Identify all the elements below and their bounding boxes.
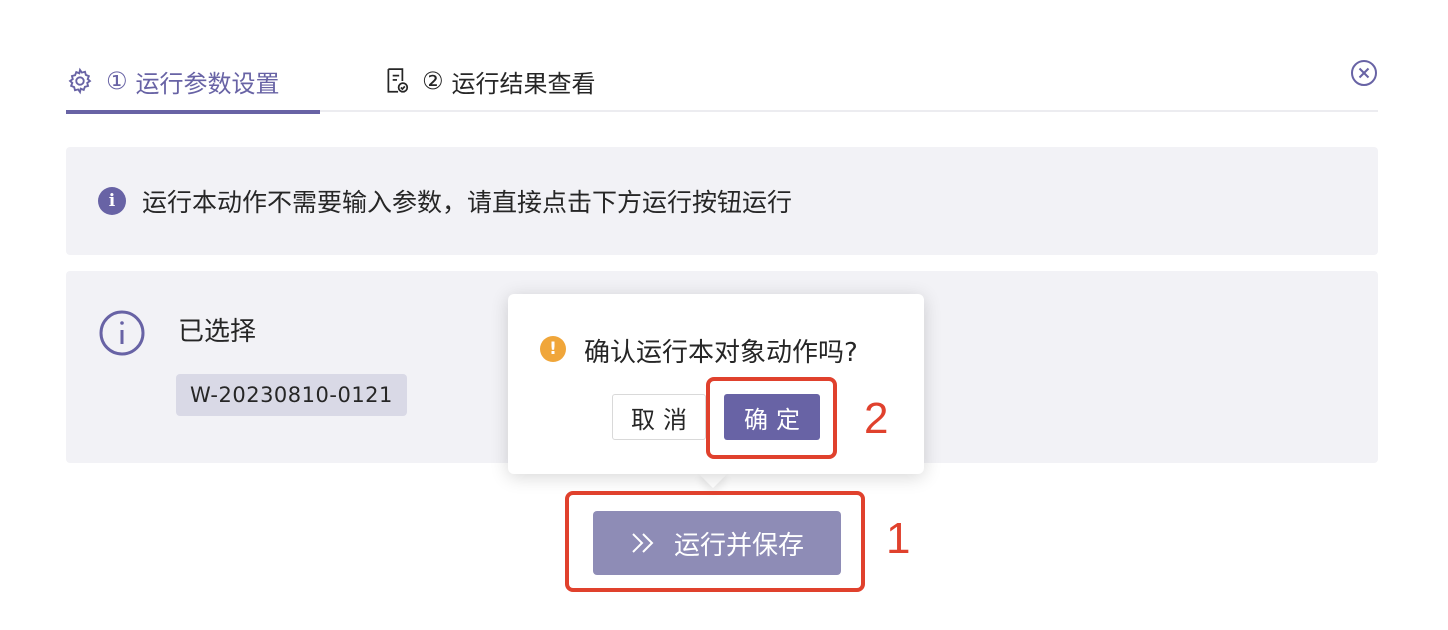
confirm-button[interactable]: 确定 xyxy=(724,394,820,440)
gear-icon xyxy=(68,67,92,95)
selected-object-tag: W-20230810-0121 xyxy=(176,374,407,416)
close-button[interactable] xyxy=(1350,59,1378,87)
tab-label: 运行参数设置 xyxy=(135,69,280,98)
popconfirm: ! 确认运行本对象动作吗? 取消 确定 xyxy=(508,294,924,474)
tab-run-results[interactable]: ② 运行结果查看 xyxy=(384,50,596,112)
run-action-dialog: ① 运行参数设置 ② 运行结果查看 i 运行本动作不需要输入参数，请直接点击下方… xyxy=(0,0,1448,630)
tab-run-params-label-wrap: ① 运行参数设置 xyxy=(106,64,280,99)
tab-label: 运行结果查看 xyxy=(451,69,596,98)
step-tabs: ① 运行参数设置 ② 运行结果查看 xyxy=(66,50,1378,114)
report-check-icon xyxy=(387,68,409,93)
tab-run-results-label-wrap: ② 运行结果查看 xyxy=(422,64,596,99)
tab-run-params[interactable]: ① 运行参数设置 xyxy=(66,50,320,114)
cancel-button[interactable]: 取消 xyxy=(612,394,706,440)
selected-title: 已选择 xyxy=(178,317,257,347)
step-number: ① xyxy=(106,67,128,95)
step-number: ② xyxy=(422,67,444,95)
annotation-number-1: 1 xyxy=(886,514,911,563)
run-and-save-label: 运行并保存 xyxy=(673,530,804,561)
popconfirm-message: 确认运行本对象动作吗? xyxy=(584,338,858,368)
annotation-number-2: 2 xyxy=(864,394,889,443)
warning-icon: ! xyxy=(540,336,566,362)
close-circle-icon xyxy=(1351,60,1377,86)
info-icon: i xyxy=(98,187,126,215)
info-banner: i 运行本动作不需要输入参数，请直接点击下方运行按钮运行 xyxy=(66,147,1378,255)
double-chevron-right-icon xyxy=(632,533,654,553)
run-and-save-button[interactable]: 运行并保存 xyxy=(593,511,841,575)
info-outline-icon xyxy=(99,310,145,356)
info-banner-text: 运行本动作不需要输入参数，请直接点击下方运行按钮运行 xyxy=(142,188,793,217)
